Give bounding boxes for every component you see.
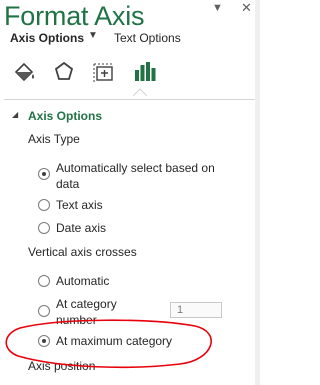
radio-at-category-number[interactable] <box>38 305 50 317</box>
radio-date-axis-label[interactable]: Date axis <box>56 221 106 235</box>
section-axis-options[interactable]: Axis Options <box>14 109 102 123</box>
chevron-down-icon[interactable]: ▼ <box>212 2 223 14</box>
options-icon-row <box>0 58 260 98</box>
axis-type-heading: Axis Type <box>28 132 80 146</box>
radio-auto-select-label-2[interactable]: data <box>56 177 79 191</box>
radio-date-axis[interactable] <box>38 222 50 234</box>
radio-at-maximum-category-label[interactable]: At maximum category <box>56 334 172 348</box>
radio-auto-select-label-1[interactable]: Automatically select based on <box>56 161 215 175</box>
radio-at-maximum-category[interactable] <box>38 335 50 347</box>
category-number-input[interactable]: 1 <box>170 302 222 318</box>
active-tab-indicator <box>133 88 147 96</box>
radio-at-category-label-2[interactable]: number <box>56 313 97 327</box>
axis-options-icon[interactable] <box>130 58 158 86</box>
radio-automatic[interactable] <box>38 275 50 287</box>
divider <box>4 99 256 100</box>
scrollbar[interactable] <box>255 0 260 385</box>
radio-auto-select[interactable] <box>38 168 50 180</box>
section-title: Axis Options <box>28 109 103 123</box>
radio-text-axis[interactable] <box>38 199 50 211</box>
tab-text-options[interactable]: Text Options <box>114 31 181 45</box>
radio-at-category-label-1[interactable]: At category <box>56 297 117 311</box>
radio-text-axis-label[interactable]: Text axis <box>56 198 103 212</box>
pane-title: Format Axis <box>4 1 145 31</box>
close-icon[interactable]: ✕ <box>241 0 252 16</box>
fill-line-icon[interactable] <box>10 58 38 86</box>
radio-automatic-label[interactable]: Automatic <box>56 274 109 288</box>
vertical-axis-crosses-heading: Vertical axis crosses <box>28 245 137 259</box>
effects-icon[interactable] <box>50 58 78 86</box>
axis-position-heading: Axis position <box>28 359 96 373</box>
chevron-down-icon[interactable]: ▼ <box>88 30 98 41</box>
size-properties-icon[interactable] <box>90 58 118 86</box>
tab-axis-options[interactable]: Axis Options <box>10 31 84 45</box>
